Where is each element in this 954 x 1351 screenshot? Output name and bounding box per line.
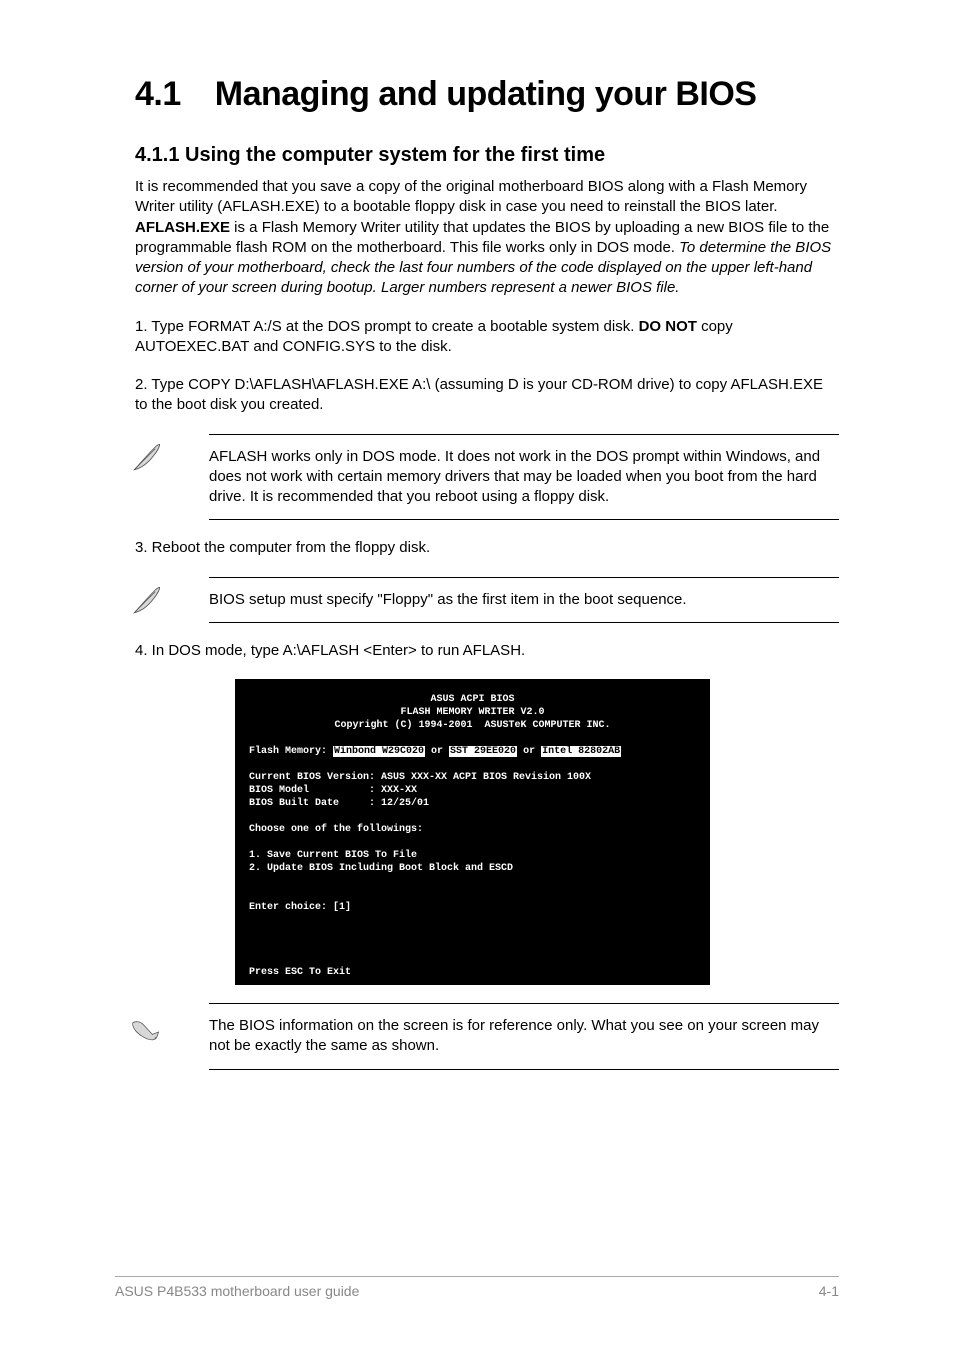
footer-left: ASUS P4B533 motherboard user guide xyxy=(115,1283,359,1299)
bios-title3: Copyright (C) 1994-2001 ASUSTeK COMPUTER… xyxy=(249,719,696,732)
note-2-box: The BIOS information on the screen is fo… xyxy=(209,1003,839,1070)
bios-exit: Press ESC To Exit xyxy=(249,967,351,978)
section-heading: 4.1 Managing and updating your BIOS xyxy=(135,75,839,114)
note-1b-row: BIOS setup must specify "Floppy" as the … xyxy=(135,577,839,623)
bios-screenshot: ASUS ACPI BIOSFLASH MEMORY WRITER V2.0Co… xyxy=(235,679,710,985)
bios-chip3: Intel 82802AB xyxy=(541,746,621,757)
step1-bold: DO NOT xyxy=(639,318,697,335)
step3-text: 3. Reboot the computer from the floppy d… xyxy=(135,539,430,556)
feather-icon xyxy=(129,440,169,480)
heading-title: Managing and updating your BIOS xyxy=(215,75,757,113)
page-footer: ASUS P4B533 motherboard user guide 4-1 xyxy=(115,1276,839,1299)
bios-flash-label: Flash Memory: xyxy=(249,746,333,757)
subheading-title: Using the computer system for the first … xyxy=(185,144,605,166)
bios-or1: or xyxy=(425,746,449,757)
heading-number: 4.1 xyxy=(135,75,181,113)
intro-text-1: It is recommended that you save a copy o… xyxy=(135,178,807,215)
bios-title2: FLASH MEMORY WRITER V2.0 xyxy=(249,706,696,719)
step-1: 1. Type FORMAT A:/S at the DOS prompt to… xyxy=(135,317,839,358)
step1-text: 1. Type FORMAT A:/S at the DOS prompt to… xyxy=(135,318,639,335)
note2-text: The BIOS information on the screen is fo… xyxy=(209,1017,819,1054)
step2-text: 2. Type COPY D:\AFLASH\AFLASH.EXE A:\ (a… xyxy=(135,376,823,413)
page-content: 4.1 Managing and updating your BIOS 4.1.1… xyxy=(0,0,954,1148)
bios-chip2: SST 29EE020 xyxy=(449,746,517,757)
bios-model: BIOS Model : XXX-XX xyxy=(249,785,417,796)
step-4: 4. In DOS mode, type A:\AFLASH <Enter> t… xyxy=(135,641,839,661)
bios-choose: Choose one of the followings: xyxy=(249,824,423,835)
note1b-text: BIOS setup must specify "Floppy" as the … xyxy=(209,591,687,608)
bios-enter: Enter choice: [1] xyxy=(249,902,351,913)
bios-title1: ASUS ACPI BIOS xyxy=(249,693,696,706)
bios-or2: or xyxy=(517,746,541,757)
intro-bold: AFLASH.EXE xyxy=(135,219,230,236)
subsection-heading: 4.1.1 Using the computer system for the … xyxy=(135,144,839,167)
feather-icon xyxy=(129,583,169,623)
step4-text: 4. In DOS mode, type A:\AFLASH <Enter> t… xyxy=(135,642,525,659)
note-2-row: The BIOS information on the screen is fo… xyxy=(135,1003,839,1070)
note-1b-box: BIOS setup must specify "Floppy" as the … xyxy=(209,577,839,623)
footer-page-number: 4-1 xyxy=(819,1283,839,1299)
bios-chip1: Winbond W29C020 xyxy=(333,746,425,757)
note1-text: AFLASH works only in DOS mode. It does n… xyxy=(209,448,820,506)
bios-opt2: 2. Update BIOS Including Boot Block and … xyxy=(249,863,513,874)
note-1-box: AFLASH works only in DOS mode. It does n… xyxy=(209,434,839,521)
bios-opt1: 1. Save Current BIOS To File xyxy=(249,850,417,861)
step-3: 3. Reboot the computer from the floppy d… xyxy=(135,538,839,558)
intro-paragraph: It is recommended that you save a copy o… xyxy=(135,177,839,299)
note-1-row: AFLASH works only in DOS mode. It does n… xyxy=(135,434,839,521)
subheading-number: 4.1.1 xyxy=(135,144,179,166)
pointer-icon xyxy=(129,1013,169,1053)
bios-version: Current BIOS Version: ASUS XXX-XX ACPI B… xyxy=(249,772,591,783)
bios-date: BIOS Built Date : 12/25/01 xyxy=(249,798,429,809)
step-2: 2. Type COPY D:\AFLASH\AFLASH.EXE A:\ (a… xyxy=(135,375,839,416)
